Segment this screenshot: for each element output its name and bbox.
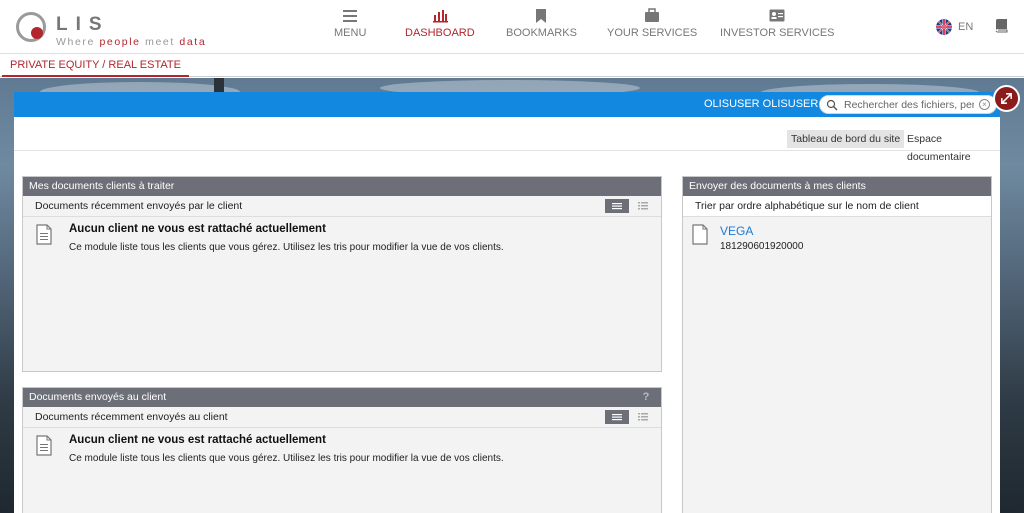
client-link[interactable]: VEGA (720, 224, 753, 238)
card-send-documents: Envoyer des documents à mes clients Trie… (682, 176, 992, 513)
card-title: Documents envoyés au client (29, 391, 167, 403)
tab-dashboard[interactable]: Tableau de bord du site (787, 130, 905, 148)
bar-chart-icon (432, 10, 448, 23)
card-header: Documents envoyés au client ? (23, 388, 661, 407)
nav-menu[interactable]: MENU (334, 8, 366, 39)
section-bar: PRIVATE EQUITY / REAL ESTATE (0, 54, 1024, 77)
tag-people: people (99, 36, 141, 48)
file-icon (692, 224, 708, 245)
view-tabs: Tableau de bord du site Espace documenta… (14, 117, 1000, 163)
nav-bookmarks[interactable]: BOOKMARKS (506, 8, 577, 39)
user-menu[interactable]: OLISUSER OLISUSER ▾ (704, 97, 827, 110)
fullscreen-icon[interactable] (993, 85, 1020, 112)
document-icon (36, 224, 52, 245)
language-selector[interactable]: EN (936, 19, 973, 35)
logo-ring (16, 12, 46, 42)
card-subtitle: Documents récemment envoyés au client (35, 411, 228, 423)
client-id: 181290601920000 (720, 241, 804, 252)
card-documents-sent: Documents envoyés au client ? Documents … (22, 387, 662, 513)
olis-logo[interactable]: LIS Where people meet data (14, 10, 214, 50)
tag-where: Where (56, 36, 95, 48)
nav-your-services[interactable]: YOUR SERVICES (607, 8, 697, 39)
uk-flag-icon (936, 19, 952, 35)
hamburger-icon (343, 10, 358, 22)
card-subheader: Trier par ordre alphabétique sur le nom … (683, 196, 991, 217)
book-icon[interactable] (993, 17, 1009, 33)
nav-investor-services-label: INVESTOR SERVICES (720, 27, 835, 39)
card-header: Envoyer des documents à mes clients (683, 177, 991, 196)
empty-state-text: Ce module liste tous les clients que vou… (69, 242, 504, 253)
nav-your-services-label: YOUR SERVICES (607, 27, 698, 39)
nav-dashboard-label: DASHBOARD (405, 27, 475, 39)
user-bar: OLISUSER OLISUSER ▾ × (14, 92, 1000, 117)
nav-dashboard[interactable]: DASHBOARD (405, 8, 475, 39)
empty-state-title: Aucun client ne vous est rattaché actuel… (69, 434, 326, 446)
main-panel: OLISUSER OLISUSER ▾ × Tableau de bord du… (14, 92, 1000, 513)
bookmark-icon (536, 9, 547, 23)
logo-tagline: Where people meet data (56, 36, 206, 48)
tab-private-equity[interactable]: PRIVATE EQUITY / REAL ESTATE (2, 54, 189, 77)
empty-state-title: Aucun client ne vous est rattaché actuel… (69, 223, 326, 235)
briefcase-icon (645, 8, 660, 22)
logo-dot (31, 27, 43, 39)
nav-bookmarks-label: BOOKMARKS (506, 27, 577, 39)
list-view-icon[interactable] (605, 410, 629, 424)
tag-meet: meet (145, 36, 175, 48)
card-client-documents: Mes documents clients à traiter Document… (22, 176, 662, 372)
top-header: LIS Where people meet data MENU DASHBOAR… (0, 0, 1024, 54)
sort-label[interactable]: Trier par ordre alphabétique sur le nom … (695, 200, 919, 212)
document-icon (36, 435, 52, 456)
card-subtitle: Documents récemment envoyés par le clien… (35, 200, 243, 212)
card-subheader: Documents récemment envoyés par le clien… (23, 196, 661, 217)
empty-state-text: Ce module liste tous les clients que vou… (69, 453, 504, 464)
detail-view-icon[interactable] (631, 410, 655, 424)
detail-view-icon[interactable] (631, 199, 655, 213)
logo-text: LIS (56, 14, 110, 35)
card-subheader: Documents récemment envoyés au client (23, 407, 661, 428)
nav-investor-services[interactable]: INVESTOR SERVICES (720, 8, 835, 39)
nav-menu-label: MENU (334, 27, 367, 39)
tag-data: data (179, 36, 207, 48)
help-icon[interactable]: ? (639, 390, 653, 404)
id-card-icon (769, 9, 785, 22)
tab-documents[interactable]: Espace documentaire (903, 130, 1000, 163)
card-header: Mes documents clients à traiter (23, 177, 661, 196)
search-box[interactable]: × (819, 95, 997, 114)
language-label: EN (958, 21, 974, 33)
list-view-icon[interactable] (605, 199, 629, 213)
search-icon (826, 99, 838, 111)
search-input[interactable] (844, 97, 974, 112)
building-silhouette (214, 78, 224, 92)
clear-search-icon[interactable]: × (979, 99, 990, 110)
